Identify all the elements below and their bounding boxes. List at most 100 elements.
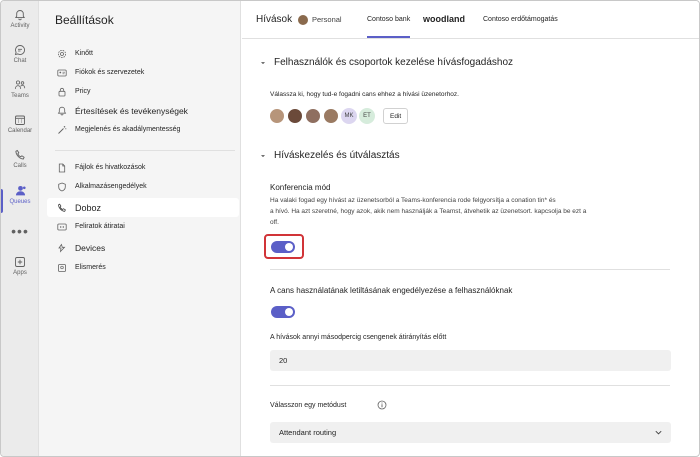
sidebar-item-files[interactable]: Fájlok és hivatkozások [47,158,239,177]
chevron-down-icon [655,430,662,435]
sidebar-item-label: Értesítések és tevékenységek [75,105,188,116]
method-label: Válasszon egy metódust [270,402,347,409]
rail-item-chat[interactable]: Chat [1,44,39,64]
sidebar-item-label: Doboz [75,202,102,213]
rail-item-calls[interactable]: Calls [1,149,39,169]
sidebar-item-notifications[interactable]: Értesítések és tevékenységek [47,101,239,120]
sidebar-item-label: Alkalmazásengedélyek [75,183,147,190]
rail-label-activity: Activity [10,23,30,29]
sidebar-item-label: Pricy [75,88,91,95]
description-line: a hívó. Ha azt szeretné, hogy azok, akik… [270,208,587,215]
sidebar-item-label: Megjelenés és akadálymentesség [75,126,181,133]
description-line: off. [270,219,279,226]
sidebar-item-label: Kinőtt [75,50,93,57]
wand-icon [55,123,69,137]
sidebar-item-label: Feliratok átiratai [75,223,125,230]
gear-icon [55,47,69,61]
sidebar-title: Beállítások [55,13,114,27]
section-users-groups[interactable]: Felhasználók és csoportok kezelése hívás… [258,57,513,68]
rail-label-apps: Apps [13,270,27,276]
toggle-knob [285,308,293,316]
sidebar-item-appearance[interactable]: Megjelenés és akadálymentesség [47,120,239,139]
tab-contoso-bank[interactable]: Contoso bank [367,16,411,38]
sidebar-item-permissions[interactable]: Alkalmazásengedélyek [47,177,239,196]
lock-icon [55,85,69,99]
ring-seconds-label: A hívások annyi másodpercig csengenek át… [270,334,447,341]
rail-label-calls: Calls [13,163,27,169]
rail-item-calendar[interactable]: Calendar [1,114,39,134]
info-icon[interactable] [377,400,387,410]
ring-seconds-input[interactable]: 20 [270,350,671,371]
sidebar-item-accounts[interactable]: Fiókok és szervezetek [47,63,239,82]
phone-icon [15,149,25,160]
section-call-handling[interactable]: Híváskezelés és útválasztás [258,150,400,161]
method-select-value: Attendant routing [279,428,337,437]
settings-content: Felhasználók és csoportok kezelése hívás… [242,40,699,456]
rail-label-queues: Queues [9,199,31,205]
sidebar-item-captions[interactable]: Feliratok átiratai [47,217,239,236]
document-icon [55,161,69,175]
sidebar-item-label: Fiókok és szervezetek [75,69,145,76]
conference-mode-label: Konferencia mód [270,183,331,192]
settings-sidebar: Beállítások Kinőtt Fiókok és szervezetek… [39,1,241,456]
chat-icon [14,45,25,56]
tab-contoso-support[interactable]: Contoso erdőtámogatás [483,16,558,23]
section-title: Híváskezelés és útválasztás [274,150,400,161]
captions-icon [55,220,69,234]
sidebar-divider [55,150,235,151]
shield-icon [55,180,69,194]
member-avatars: MK ET Edit [269,108,409,124]
sidebar-item-calls[interactable]: Doboz [47,198,239,217]
id-card-icon [55,66,69,80]
section-title: Felhasználók és csoportok kezelése hívás… [274,57,514,68]
app-window: Activity Chat Teams Calendar Calls Queue… [0,0,700,457]
description-line: Ha valaki fogad egy hívást az üzenetsorb… [270,197,556,204]
chevron-down-icon [261,154,265,157]
rail-label-calendar: Calendar [7,128,33,134]
edit-button[interactable]: Edit [383,108,409,124]
section-description: Válassza ki, hogy tud-e fogadni cans ehh… [270,91,459,98]
sidebar-item-devices[interactable]: Devices [47,238,239,257]
avatar[interactable] [287,108,303,124]
bell-icon [55,104,69,118]
sidebar-item-privacy[interactable]: Pricy [47,82,239,101]
phone-icon [55,201,69,215]
chevron-down-icon [261,61,265,64]
calendar-icon [15,115,25,125]
rail-label-teams: Teams [11,93,29,99]
ribbon-icon [55,261,69,275]
avatar[interactable] [305,108,321,124]
avatar[interactable]: MK [341,108,357,124]
method-select[interactable]: Attendant routing [270,422,671,443]
conference-mode-description: Ha valaki fogad egy hívást az üzenetsorb… [270,195,675,228]
page-title: Hívások [256,14,293,25]
devices-icon [55,241,69,255]
app-rail: Activity Chat Teams Calendar Calls Queue… [1,1,39,456]
sidebar-item-recognition[interactable]: Elismerés [47,258,239,277]
sidebar-item-label: Elismerés [75,264,106,271]
tab-personal[interactable]: Personal [312,15,342,24]
rail-item-apps[interactable]: Apps [1,256,39,276]
avatar[interactable] [269,108,285,124]
settings-header: Hívások Personal Contoso bank woodland C… [242,1,699,39]
teams-icon [14,80,26,90]
queues-icon [15,185,26,196]
rail-item-queues[interactable]: Queues [1,184,39,205]
rail-item-activity[interactable]: Activity [1,9,39,29]
tab-woodland[interactable]: woodland [423,14,465,24]
more-apps-icon[interactable]: ••• [1,223,39,239]
opt-out-toggle[interactable] [271,306,295,318]
avatar [298,15,308,25]
sidebar-item-label: Devices [75,242,106,253]
avatar[interactable]: ET [359,108,375,124]
sidebar-item-general[interactable]: Kinőtt [47,44,239,63]
bell-icon [14,10,26,21]
conference-mode-toggle[interactable] [271,241,295,253]
divider [270,385,670,386]
rail-item-teams[interactable]: Teams [1,79,39,99]
sidebar-item-label: Fájlok és hivatkozások [75,164,146,171]
toggle-knob [285,243,293,251]
avatar[interactable] [323,108,339,124]
opt-out-label: A cans használatának letiltásának engedé… [270,286,513,295]
apps-icon [15,257,25,267]
